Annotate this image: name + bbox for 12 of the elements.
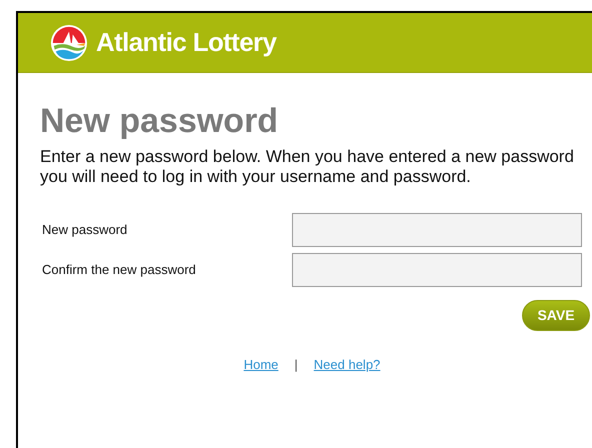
- home-link[interactable]: Home: [244, 355, 278, 374]
- intro-text: Enter a new password below. When you have entered a new password you will need to log in with your username and password.: [40, 147, 575, 187]
- password-field[interactable]: [292, 253, 582, 287]
- logo-icon: [50, 24, 88, 62]
- brand-name: Atlantic Lottery: [96, 26, 276, 59]
- field-label: Confirm the new password: [42, 261, 196, 280]
- page-title: New password: [40, 101, 280, 141]
- field-label: New password: [42, 221, 128, 240]
- help-link[interactable]: Need help?: [314, 355, 380, 374]
- link-separator: |: [294, 356, 298, 374]
- save-button[interactable]: SAVE: [522, 300, 590, 331]
- password-field[interactable]: [292, 213, 582, 247]
